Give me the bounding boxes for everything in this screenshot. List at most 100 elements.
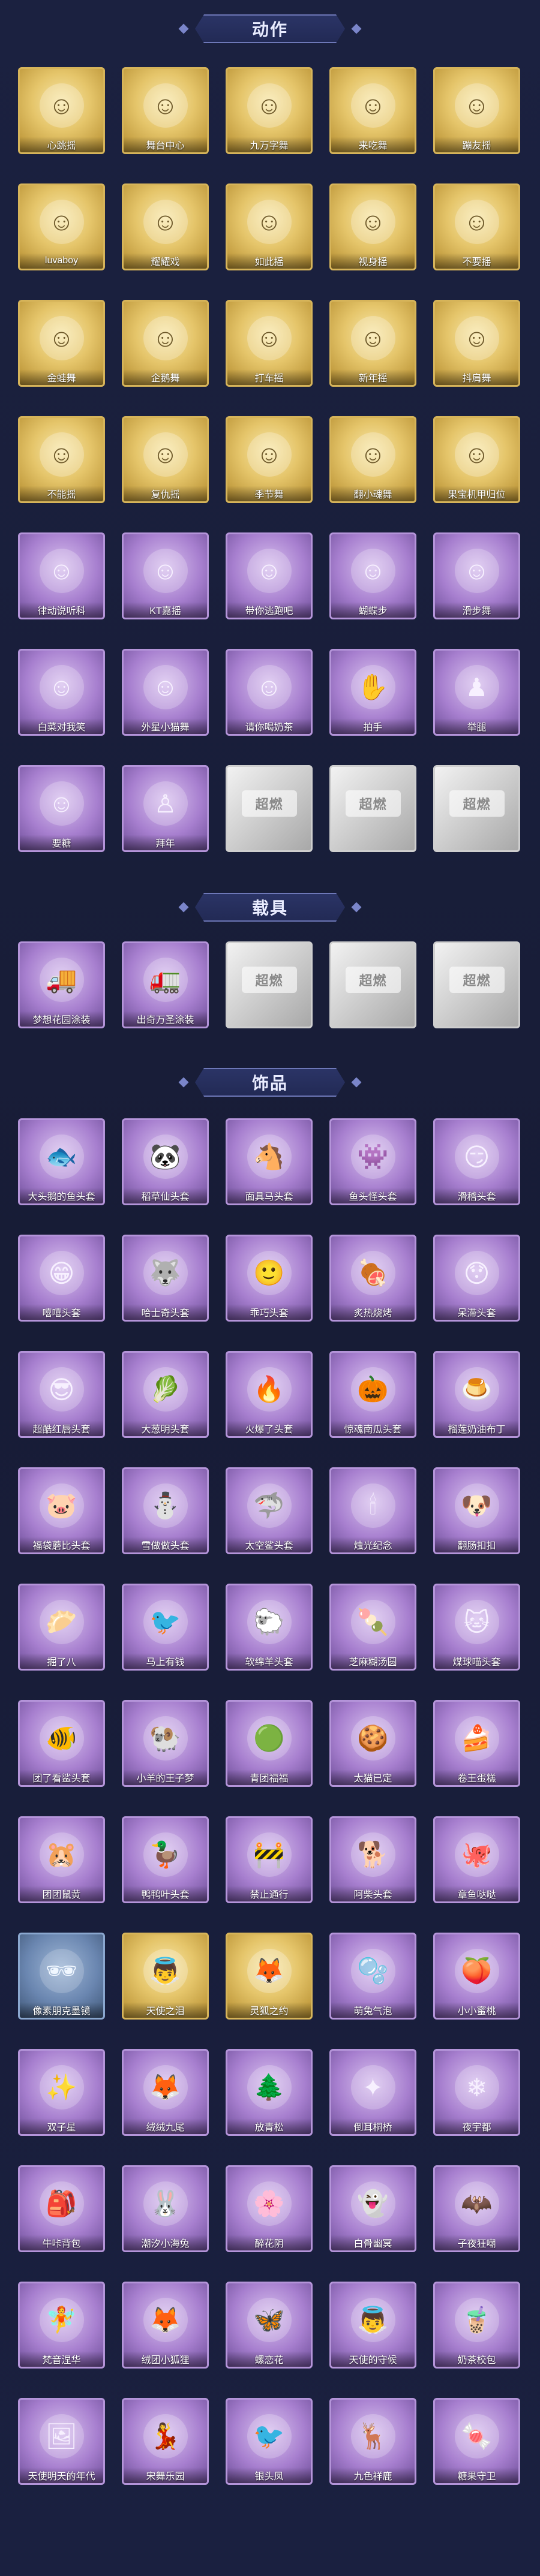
item-tile[interactable]: 🧋 奶茶校包	[433, 2282, 520, 2369]
item-tile[interactable]: 🚧 禁止通行	[226, 1816, 313, 1903]
item-tile[interactable]: ☺ 外星小猫舞	[122, 649, 209, 736]
item-tile[interactable]: ♟ 举腿	[433, 649, 520, 736]
item-tile[interactable]: 🐹 团团鼠黄	[18, 1816, 105, 1903]
item-tile[interactable]: ☺ 律动说听科	[18, 532, 105, 619]
item-tile[interactable]: 🔥 火爆了头套	[226, 1351, 313, 1438]
item-tile[interactable]: ☺ 心跳摇	[18, 67, 105, 154]
item-tile[interactable]: 🍡 芝麻糊汤圆	[329, 1584, 416, 1671]
item-tile[interactable]: 🍖 炙热烧烤	[329, 1235, 416, 1322]
item-tile[interactable]: ☺ 新年摇	[329, 300, 416, 387]
item-tile[interactable]: 🐑 软绵羊头套	[226, 1584, 313, 1671]
item-tile[interactable]: 🦊 绒团小狐狸	[122, 2282, 209, 2369]
item-tile[interactable]: 🐺 哈士奇头套	[122, 1235, 209, 1322]
item-tile[interactable]: 🟢 青团福福	[226, 1700, 313, 1787]
item-tile[interactable]: 🚛 出奇万圣涂装	[122, 941, 209, 1028]
item-tile[interactable]: ☺ 蹦友摇	[433, 67, 520, 154]
item-tile[interactable]: 🥟 掘了八	[18, 1584, 105, 1671]
item-tile[interactable]: 🦊 绒绒九尾	[122, 2049, 209, 2136]
item-tile[interactable]: ☺ 不要摇	[433, 183, 520, 270]
item-tile[interactable]: 🦆 鸭鸭叶头套	[122, 1816, 209, 1903]
item-tile[interactable]: ☺ 复仇摇	[122, 416, 209, 503]
item-tile[interactable]: ☺ 来吃舞	[329, 67, 416, 154]
item-tile[interactable]: 🫧 萌兔气泡	[329, 1933, 416, 2020]
item-tile[interactable]: ☺ 白菜对我笑	[18, 649, 105, 736]
item-tile[interactable]: 🥬 大葱明头套	[122, 1351, 209, 1438]
item-tile[interactable]: 🍑 小小蜜桃	[433, 1933, 520, 2020]
item-tile[interactable]: ♙ 拜年	[122, 765, 209, 852]
item-tile[interactable]: 😁 嘻嘻头套	[18, 1235, 105, 1322]
item-tile[interactable]: 🎃 惊魂南瓜头套	[329, 1351, 416, 1438]
item-tile[interactable]: 🖼 天使明天的年代	[18, 2398, 105, 2485]
locked-item-tile[interactable]: 超燃	[433, 941, 520, 1028]
item-tile[interactable]: 🐙 章鱼哒哒	[433, 1816, 520, 1903]
item-tile[interactable]: 😎 超酷红唇头套	[18, 1351, 105, 1438]
item-tile[interactable]: ☺ 如此摇	[226, 183, 313, 270]
item-tile[interactable]: 🐷 福袋蘑比头套	[18, 1467, 105, 1554]
item-tile[interactable]: 🐕 阿柴头套	[329, 1816, 416, 1903]
item-tile[interactable]: 🐦 马上有钱	[122, 1584, 209, 1671]
item-tile[interactable]: 💃 宋舞乐园	[122, 2398, 209, 2485]
locked-item-tile[interactable]: 超燃	[329, 941, 416, 1028]
item-tile[interactable]: 🦌 九色祥鹿	[329, 2398, 416, 2485]
item-tile[interactable]: ☺ 果宝机甲归位	[433, 416, 520, 503]
item-tile[interactable]: ✋ 拍手	[329, 649, 416, 736]
item-tile[interactable]: 🍮 榴莲奶油布丁	[433, 1351, 520, 1438]
item-tile[interactable]: 🕯 烛光纪念	[329, 1467, 416, 1554]
item-tile[interactable]: 🐠 团了看鲨头套	[18, 1700, 105, 1787]
item-tile[interactable]: 👻 白骨幽冥	[329, 2165, 416, 2252]
item-tile[interactable]: 🦋 螺恋花	[226, 2282, 313, 2369]
item-tile[interactable]: 🎒 牛咔背包	[18, 2165, 105, 2252]
item-tile[interactable]: ☺ 滑步舞	[433, 532, 520, 619]
item-tile[interactable]: 🐏 小羊的王子梦	[122, 1700, 209, 1787]
item-tile[interactable]: ✨ 双子星	[18, 2049, 105, 2136]
item-tile[interactable]: 👼 天使之泪	[122, 1933, 209, 2020]
item-tile[interactable]: 🍪 太猫已定	[329, 1700, 416, 1787]
locked-item-tile[interactable]: 超燃	[433, 765, 520, 852]
item-tile[interactable]: ☺ 季节舞	[226, 416, 313, 503]
item-tile[interactable]: 🦇 子夜狂嘲	[433, 2165, 520, 2252]
item-tile[interactable]: 🙂 乖巧头套	[226, 1235, 313, 1322]
item-tile[interactable]: 🐟 大头鹅的鱼头套	[18, 1118, 105, 1205]
item-tile[interactable]: ☺ 翻小魂舞	[329, 416, 416, 503]
item-tile[interactable]: 🐴 面具马头套	[226, 1118, 313, 1205]
item-tile[interactable]: ✦ 倒耳桐桥	[329, 2049, 416, 2136]
item-tile[interactable]: 🌲 放青松	[226, 2049, 313, 2136]
item-tile[interactable]: 🦈 太空鲨头套	[226, 1467, 313, 1554]
item-tile[interactable]: ☺ 打车摇	[226, 300, 313, 387]
item-tile[interactable]: ☺ KT嘉摇	[122, 532, 209, 619]
locked-item-tile[interactable]: 超燃	[226, 941, 313, 1028]
item-tile[interactable]: ☺ 不能摇	[18, 416, 105, 503]
item-tile[interactable]: 🦊 灵狐之约	[226, 1933, 313, 2020]
item-tile[interactable]: ⛄ 雪做做头套	[122, 1467, 209, 1554]
item-tile[interactable]: ☺ 蝴蝶步	[329, 532, 416, 619]
locked-item-tile[interactable]: 超燃	[226, 765, 313, 852]
item-tile[interactable]: 👾 鱼头怪头套	[329, 1118, 416, 1205]
item-tile[interactable]: 😯 呆滞头套	[433, 1235, 520, 1322]
item-tile[interactable]: 🕶 像素朋克墨镜	[18, 1933, 105, 2020]
item-tile[interactable]: ☺ 耀耀戏	[122, 183, 209, 270]
item-tile[interactable]: 🍰 卷王蛋糕	[433, 1700, 520, 1787]
item-tile[interactable]: 🐶 翻肠扣扣	[433, 1467, 520, 1554]
item-tile[interactable]: 🍬 糖果守卫	[433, 2398, 520, 2485]
item-tile[interactable]: ☺ 要糖	[18, 765, 105, 852]
item-tile[interactable]: 😏 滑稽头套	[433, 1118, 520, 1205]
item-tile[interactable]: ☺ 带你逃跑吧	[226, 532, 313, 619]
item-tile[interactable]: ☺ 请你喝奶茶	[226, 649, 313, 736]
item-tile[interactable]: ☺ 九万字舞	[226, 67, 313, 154]
item-tile[interactable]: ❄ 夜宇都	[433, 2049, 520, 2136]
item-tile[interactable]: ☺ 舞台中心	[122, 67, 209, 154]
item-tile[interactable]: 🚚 梦想花园涂装	[18, 941, 105, 1028]
item-tile[interactable]: ☺ 抖肩舞	[433, 300, 520, 387]
locked-item-tile[interactable]: 超燃	[329, 765, 416, 852]
item-tile[interactable]: 🐼 稻草仙头套	[122, 1118, 209, 1205]
item-tile[interactable]: ☺ luvaboy	[18, 183, 105, 270]
item-tile[interactable]: ☺ 视身摇	[329, 183, 416, 270]
item-tile[interactable]: 🐱 煤球喵头套	[433, 1584, 520, 1671]
item-tile[interactable]: 👼 天使的守候	[329, 2282, 416, 2369]
item-tile[interactable]: ☺ 企鹅舞	[122, 300, 209, 387]
item-tile[interactable]: 🧚 梵音涅华	[18, 2282, 105, 2369]
item-tile[interactable]: 🐦 银头凤	[226, 2398, 313, 2485]
item-tile[interactable]: 🌸 醉花阴	[226, 2165, 313, 2252]
item-tile[interactable]: 🐰 潮汐小海兔	[122, 2165, 209, 2252]
item-tile[interactable]: ☺ 金蛙舞	[18, 300, 105, 387]
